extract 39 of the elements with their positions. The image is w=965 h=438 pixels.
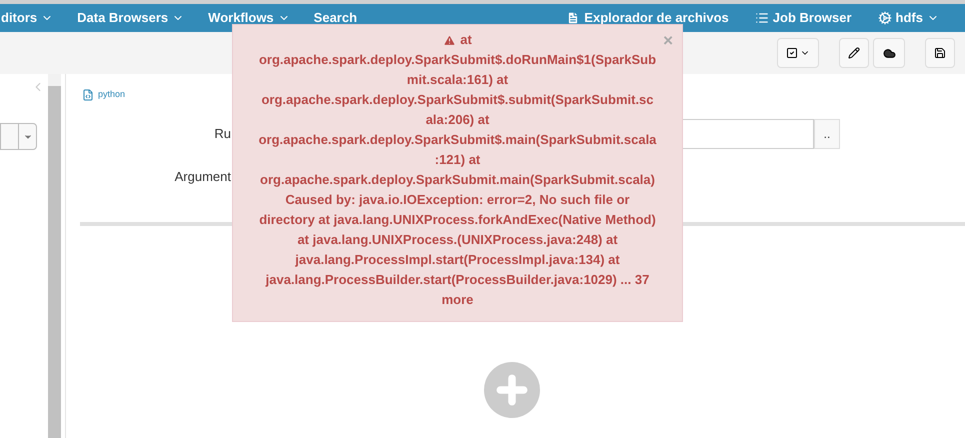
error-text: org.apache.spark.deploy.SparkSubmit$.doRunMain$1(SparkSub <box>258 51 656 69</box>
nav-link[interactable]: hdfs <box>878 8 939 28</box>
cloud-button[interactable] <box>873 38 905 68</box>
error-text: at <box>460 31 472 49</box>
nav-menu[interactable]: Data Browsers <box>77 8 184 28</box>
file-icon <box>566 11 580 25</box>
error-text: org.apache.spark.deploy.SparkSubmit.main(SparkSubmit.scala) <box>260 171 655 189</box>
cogs-icon <box>878 11 892 25</box>
error-text: at java.lang.UNIXProcess.(UNIXProcess.java:248) at <box>297 231 618 249</box>
field-label: Ru <box>213 124 231 143</box>
error-text: ala:206) at <box>426 111 490 129</box>
check-dropdown-button[interactable] <box>777 38 819 68</box>
error-text: org.apache.spark.deploy.SparkSubmit$.submit(SparkSubmit.sc <box>261 91 654 109</box>
error-text: mit.scala:161) at <box>406 71 508 89</box>
cloud-icon <box>882 46 896 60</box>
error-text: Caused by: java.io.IOException: error=2, No such file or <box>285 191 630 209</box>
save-icon <box>934 47 946 59</box>
error-text: org.apache.spark.deploy.SparkSubmit$.main(SparkSubmit.scala <box>258 131 656 149</box>
nav-menu[interactable]: ditors <box>1 8 54 28</box>
snippet-type[interactable]: python <box>98 88 126 102</box>
pencil-icon <box>848 47 860 59</box>
nav-menu[interactable]: Workflows <box>208 8 290 28</box>
edit-button[interactable] <box>839 38 869 68</box>
error-text: more <box>442 291 474 309</box>
list-icon <box>754 11 769 25</box>
error-text: java.lang.ProcessImpl.start(ProcessImpl.java:134) at <box>295 251 620 269</box>
save-button[interactable] <box>925 38 955 68</box>
error-text: directory at java.lang.UNIXProcess.forkAndExec(Native Method) <box>259 211 656 229</box>
error-text: java.lang.ProcessBuilder.start(ProcessBuilder.java:1029) ... 37 <box>266 271 650 289</box>
nav-menu[interactable]: Search <box>314 8 358 28</box>
nav-link[interactable]: Job Browser <box>754 8 852 28</box>
select-field[interactable] <box>0 123 37 150</box>
browse-button[interactable]: .. <box>814 118 840 148</box>
checkbox-icon <box>786 47 798 59</box>
warning-icon <box>443 34 456 46</box>
error-text: :121) at <box>434 151 480 169</box>
field-label: Argument <box>176 168 231 186</box>
nav-link[interactable]: Explorador de archivos <box>566 8 729 28</box>
code-file-icon <box>82 88 94 101</box>
